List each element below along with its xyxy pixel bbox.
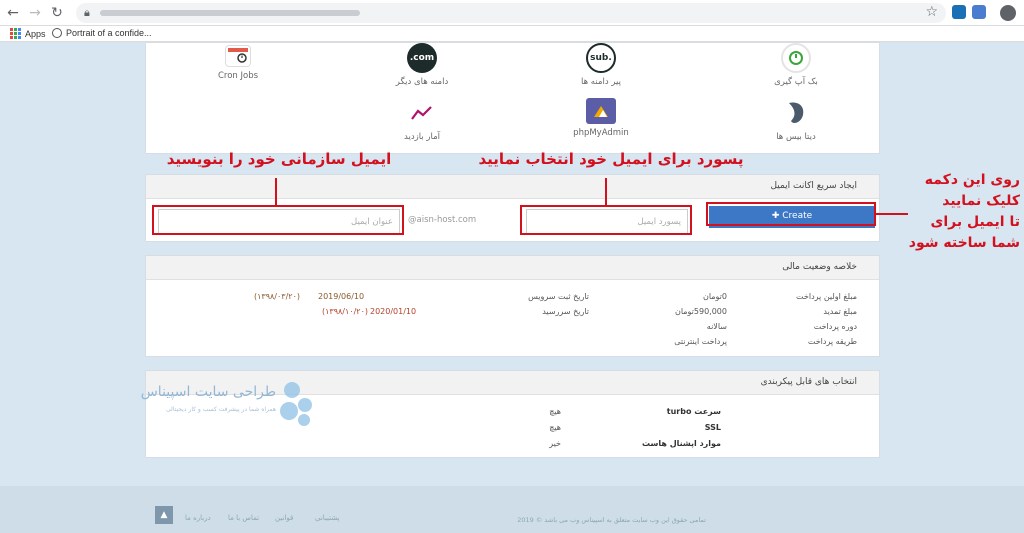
footer-link[interactable]: تماس با ما bbox=[228, 514, 259, 522]
config-label: سرعت turbo bbox=[666, 407, 721, 416]
tile-label: دیتا بیس ها bbox=[776, 132, 816, 142]
tile-cron-jobs[interactable]: Cron Jobs bbox=[183, 43, 293, 81]
bookmark-star-icon[interactable]: ☆ bbox=[925, 4, 938, 20]
watermark-subtitle: همراه شما در پیشرفت کسب و کار دیجیتالی bbox=[166, 406, 276, 413]
page-content: Cron Jobs .com دامنه های دیگر sub. پیر د… bbox=[0, 42, 1024, 533]
finance-value: پرداخت اینترنتی bbox=[674, 337, 727, 346]
tile-stats[interactable]: آمار بازدید bbox=[367, 98, 477, 142]
tile-label: Cron Jobs bbox=[217, 71, 259, 81]
tile-label: آمار بازدید bbox=[404, 132, 440, 142]
annotation-box-password bbox=[520, 205, 692, 235]
date-gregorian: 2019/06/10 bbox=[318, 292, 365, 301]
tile-label: بک آپ گیری bbox=[774, 77, 818, 87]
finance-label: مبلغ تمدید bbox=[823, 307, 857, 316]
dotcom-icon: .com bbox=[407, 43, 437, 73]
finance-label: طریقه پرداخت bbox=[807, 337, 857, 346]
finance-label: تاریخ سررسید bbox=[542, 307, 589, 316]
bookmark-portrait[interactable]: Portrait of a confide... bbox=[52, 28, 152, 38]
config-value: هیچ bbox=[549, 407, 561, 416]
annotation-create: روی این دکمه کلیک نمایید تا ایمیل برای ش… bbox=[890, 170, 1020, 254]
database-icon bbox=[781, 98, 811, 128]
browser-toolbar: ← → ↻ 🔒︎ ☆ bbox=[0, 0, 1024, 26]
panel-title: انتخاب های قابل پیکربندی bbox=[760, 377, 857, 387]
watermark-logo: طراحی سایت اسپیناس همراه شما در پیشرفت ک… bbox=[116, 382, 316, 432]
reload-icon[interactable]: ↻ bbox=[48, 4, 66, 22]
bookmark-apps[interactable]: Apps bbox=[10, 28, 46, 39]
cron-icon bbox=[225, 45, 251, 67]
finance-label: دوره پرداخت bbox=[813, 322, 857, 331]
date-jalali: (۱۳۹۸/۰۳/۲۰) bbox=[254, 292, 301, 301]
phpmyadmin-icon bbox=[586, 98, 616, 124]
finance-panel: خلاصه وضعیت مالی مبلغ اولین پرداخت 0توما… bbox=[145, 255, 880, 357]
globe-icon bbox=[52, 28, 62, 38]
bookmarks-bar: Apps Portrait of a confide... bbox=[0, 26, 1024, 42]
tile-phpmyadmin[interactable]: phpMyAdmin bbox=[546, 98, 656, 138]
lock-icon: 🔒︎ bbox=[84, 6, 90, 19]
annotation-box-email bbox=[152, 205, 404, 235]
panel-header: خلاصه وضعیت مالی bbox=[146, 256, 879, 280]
logo-dot bbox=[280, 402, 298, 420]
finance-label: مبلغ اولین پرداخت bbox=[796, 292, 857, 301]
address-bar[interactable]: 🔒︎ ☆ bbox=[76, 3, 946, 23]
back-arrow-icon[interactable]: ← bbox=[4, 4, 22, 22]
watermark-title: طراحی سایت اسپیناس bbox=[140, 384, 276, 400]
tile-label: phpMyAdmin bbox=[573, 128, 629, 138]
translate-icon[interactable] bbox=[972, 5, 986, 19]
annotation-line-4: شما ساخته شود bbox=[908, 235, 1020, 251]
domain-hint: @aisn-host.com bbox=[408, 215, 477, 225]
config-label: موارد اپشنال هاست bbox=[642, 439, 721, 448]
arrow-up-icon[interactable]: ▲ bbox=[155, 506, 173, 524]
backup-icon bbox=[781, 43, 811, 73]
blurred-url bbox=[100, 10, 360, 16]
config-value: خیر bbox=[549, 439, 561, 448]
footer-link[interactable]: درباره ما bbox=[185, 514, 211, 522]
panel-title: ایجاد سریع اکانت ایمیل bbox=[770, 181, 857, 191]
tile-label: دامنه های دیگر bbox=[395, 77, 449, 87]
footer: ▲ درباره ما تماس با ما قوانین پشتیبانی ت… bbox=[0, 486, 1024, 533]
logo-dot bbox=[284, 382, 300, 398]
extension-icon[interactable] bbox=[952, 5, 966, 19]
bookmark-label: Portrait of a confide... bbox=[66, 28, 152, 38]
tile-backup[interactable]: بک آپ گیری bbox=[741, 43, 851, 87]
logo-dot bbox=[298, 414, 310, 426]
tools-panel: Cron Jobs .com دامنه های دیگر sub. پیر د… bbox=[145, 42, 880, 154]
subdomain-icon: sub. bbox=[586, 43, 616, 73]
config-value: هیچ bbox=[549, 423, 561, 432]
footer-link[interactable]: قوانین bbox=[275, 514, 293, 522]
date-gregorian: 2020/01/10 bbox=[370, 307, 417, 316]
tile-subdomains[interactable]: sub. پیر دامنه ها bbox=[546, 43, 656, 87]
finance-value: سالانه bbox=[706, 322, 727, 331]
tile-label: پیر دامنه ها bbox=[581, 77, 621, 87]
annotation-line-3: تا ایمیل برای bbox=[930, 214, 1020, 230]
finance-value: 0تومان bbox=[702, 292, 727, 301]
bookmark-label: Apps bbox=[25, 28, 46, 39]
tile-databases[interactable]: دیتا بیس ها bbox=[741, 98, 851, 142]
annotation-line-2: کلیک نمایید bbox=[942, 193, 1020, 209]
annotation-line-password bbox=[605, 178, 607, 205]
config-label: SSL bbox=[704, 423, 721, 432]
panel-title: خلاصه وضعیت مالی bbox=[782, 262, 857, 272]
stats-icon bbox=[407, 98, 437, 128]
footer-copyright: تمامی حقوق این وب سایت متعلق به اسپیناس … bbox=[517, 516, 706, 524]
forward-arrow-icon[interactable]: → bbox=[26, 4, 44, 22]
logo-dot bbox=[298, 398, 312, 412]
panel-header: ایجاد سریع اکانت ایمیل bbox=[146, 175, 879, 199]
annotation-line-1: روی این دکمه bbox=[924, 172, 1020, 188]
annotation-email: ایمیل سازمانی خود را بنویسید bbox=[166, 150, 392, 168]
profile-avatar[interactable] bbox=[1000, 5, 1016, 21]
annotation-password: پسورد برای ایمیل خود انتخاب نمایید bbox=[478, 150, 744, 168]
tile-other-domains[interactable]: .com دامنه های دیگر bbox=[367, 43, 477, 87]
finance-label: تاریخ ثبت سرویس bbox=[528, 292, 589, 301]
date-jalali: (۱۳۹۸/۱۰/۲۰) bbox=[322, 307, 369, 316]
apps-grid-icon bbox=[10, 28, 21, 39]
footer-link[interactable]: پشتیبانی bbox=[315, 514, 339, 522]
annotation-box-create bbox=[706, 202, 876, 226]
finance-value: 590,000تومان bbox=[674, 307, 727, 316]
annotation-line-email bbox=[275, 178, 277, 205]
